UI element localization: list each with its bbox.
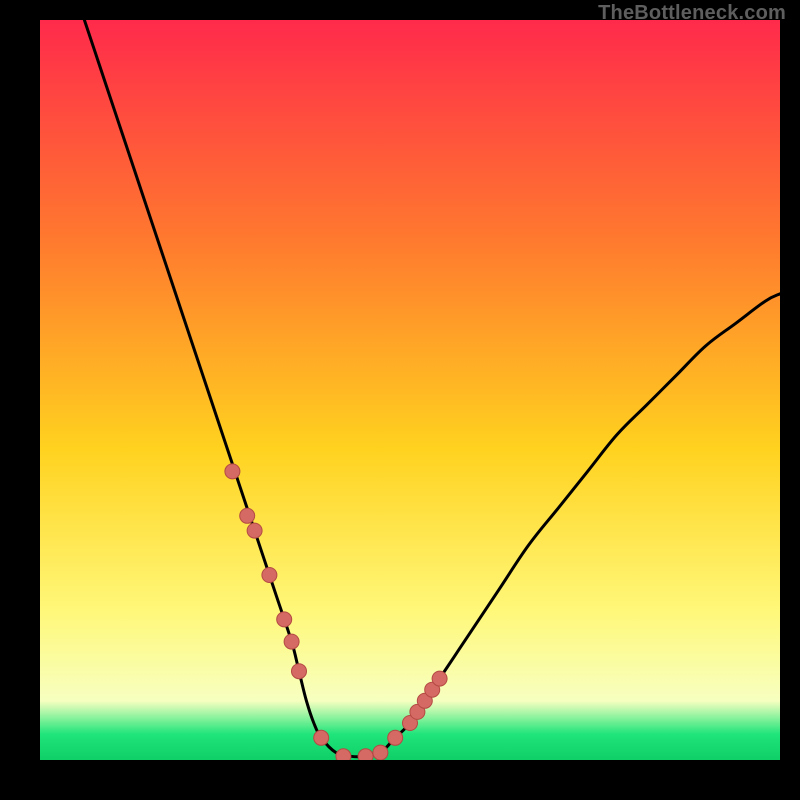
plot-svg — [40, 20, 780, 760]
marker-point — [388, 730, 403, 745]
marker-point — [225, 464, 240, 479]
plot-area — [40, 20, 780, 760]
marker-point — [432, 671, 447, 686]
marker-point — [284, 634, 299, 649]
gradient-background — [40, 20, 780, 760]
marker-point — [314, 730, 329, 745]
marker-point — [262, 568, 277, 583]
marker-point — [277, 612, 292, 627]
marker-point — [336, 749, 351, 760]
marker-point — [373, 745, 388, 760]
chart-frame: TheBottleneck.com — [0, 0, 800, 800]
marker-point — [247, 523, 262, 538]
marker-point — [358, 749, 373, 760]
watermark-label: TheBottleneck.com — [598, 2, 786, 25]
marker-point — [292, 664, 307, 679]
marker-point — [240, 508, 255, 523]
